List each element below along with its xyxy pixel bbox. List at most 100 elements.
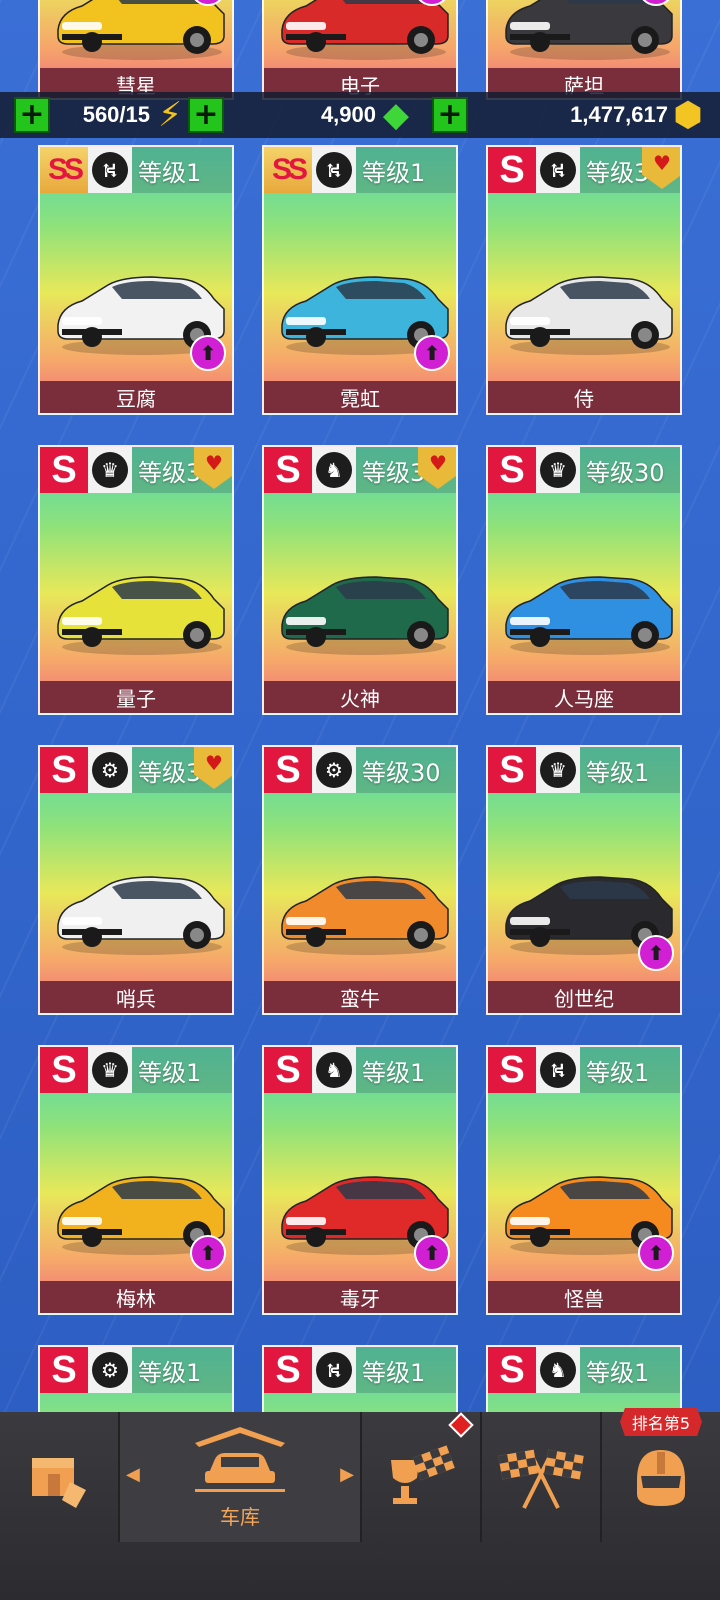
tier-badge: SS: [40, 147, 88, 193]
car-name: 量子: [40, 681, 232, 713]
road-icon: ⛕: [540, 1052, 576, 1088]
trophy-flag-icon: [391, 1445, 455, 1504]
level-label: 等级30: [356, 747, 456, 793]
lightning-icon: ⚡: [158, 95, 182, 135]
car-name: 侍: [488, 381, 680, 413]
card-header: S ⚙ 等级1: [40, 1347, 232, 1393]
car-name: 哨兵: [40, 981, 232, 1013]
tier-badge: S: [488, 447, 536, 493]
card-header: SS ⛕ 等级1: [40, 147, 232, 193]
road-icon: ⛕: [92, 152, 128, 188]
car-name: 火神: [264, 681, 456, 713]
upgrade-arrow-icon: ⬆: [190, 1235, 226, 1271]
level-label: 等级1: [132, 1347, 232, 1393]
crown-icon: ♛: [92, 452, 128, 488]
chevron-left-icon[interactable]: ◀: [126, 1464, 140, 1485]
car-card[interactable]: SS ⛕ 等级1 ⬆ 霓虹: [262, 145, 458, 415]
level-label: 等级1: [580, 1347, 680, 1393]
car-name: 蛮牛: [264, 981, 456, 1013]
helmet-icon: [637, 1450, 685, 1506]
car-image: [57, 876, 225, 955]
tier-badge: S: [40, 747, 88, 793]
road-icon: ⛕: [316, 152, 352, 188]
energy-resource: + 560/15 ⚡: [14, 95, 190, 135]
horse-icon: ♞: [540, 1352, 576, 1388]
level-label: 等级1: [132, 147, 232, 193]
tier-badge: S: [488, 147, 536, 193]
tier-badge: S: [264, 1047, 312, 1093]
car-card[interactable]: S ♞ 等级3 ♥ 火神: [262, 445, 458, 715]
upgrade-arrow-icon: ⬆: [414, 1235, 450, 1271]
add-coins-button[interactable]: +: [432, 97, 468, 133]
tier-badge: S: [264, 1347, 312, 1393]
card-header: S ⚙ 等级30: [264, 747, 456, 793]
add-gems-button[interactable]: +: [188, 97, 224, 133]
level-label: 等级1: [580, 747, 680, 793]
rank-badge: 排名第5: [620, 1408, 702, 1436]
gem-icon: ◆: [382, 95, 410, 135]
wheel-icon: ⚙: [316, 752, 352, 788]
car-card[interactable]: S ♛ 等级30 人马座: [486, 445, 682, 715]
car-card[interactable]: S ⛕ 等级1: [262, 1345, 458, 1420]
car-card[interactable]: SS ⛕ 等级1 ⬆ 豆腐: [38, 145, 234, 415]
car-card[interactable]: ⬆电子: [262, 0, 458, 100]
class-badge: ♛: [536, 447, 580, 493]
level-label: 等级1: [356, 1347, 456, 1393]
class-badge: ⚙: [88, 1347, 132, 1393]
card-header: S ♞ 等级1: [488, 1347, 680, 1393]
card-header: SS ⛕ 等级1: [264, 147, 456, 193]
car-card[interactable]: S ⚙ 等级30 蛮牛: [262, 745, 458, 1015]
class-badge: ♛: [536, 747, 580, 793]
nav-shop[interactable]: [0, 1412, 118, 1542]
chevron-right-icon[interactable]: ▶: [340, 1464, 354, 1485]
car-name: 梅林: [40, 1281, 232, 1313]
car-name: 霓虹: [264, 381, 456, 413]
car-card[interactable]: S ♛ 等级1 ⬆ 创世纪: [486, 745, 682, 1015]
class-badge: ⛕: [536, 147, 580, 193]
car-image: [505, 276, 673, 355]
horse-icon: ♞: [316, 1052, 352, 1088]
car-image: [505, 576, 673, 655]
road-icon: ⛕: [316, 1352, 352, 1388]
level-label: 等级1: [580, 1047, 680, 1093]
wheel-icon: ⚙: [92, 752, 128, 788]
class-badge: ♞: [312, 1047, 356, 1093]
car-card[interactable]: S ⛕ 等级1 ⬆ 怪兽: [486, 1045, 682, 1315]
class-badge: ⛕: [312, 1347, 356, 1393]
car-name: 怪兽: [488, 1281, 680, 1313]
tier-badge: S: [488, 1347, 536, 1393]
card-header: S ⛕ 等级1: [264, 1347, 456, 1393]
nav-race[interactable]: [482, 1412, 600, 1542]
tier-badge: S: [264, 447, 312, 493]
crown-icon: ♛: [540, 752, 576, 788]
nav-garage[interactable]: ◀ 车库 ▶: [120, 1412, 360, 1542]
tier-badge: S: [488, 747, 536, 793]
card-header: S ♞ 等级1: [264, 1047, 456, 1093]
add-energy-button[interactable]: +: [14, 97, 50, 133]
class-badge: ⚙: [312, 747, 356, 793]
car-card[interactable]: ⬆彗星: [38, 0, 234, 100]
class-badge: ⛕: [536, 1047, 580, 1093]
class-badge: ♛: [88, 447, 132, 493]
car-card[interactable]: S ♞ 等级1 ⬆ 毒牙: [262, 1045, 458, 1315]
coins-value: 1,477,617: [570, 102, 668, 127]
car-grid: ⬆彗星⬆电子⬆萨坦SS⛕等级1⬆豆腐SS⛕等级1⬆霓虹S⛕等级3♥侍S♛等级3♥…: [0, 0, 720, 1420]
car-card[interactable]: S ⚙ 等级3 ♥ 哨兵: [38, 745, 234, 1015]
tier-badge: S: [40, 1347, 88, 1393]
car-card[interactable]: S ♛ 等级3 ♥ 量子: [38, 445, 234, 715]
wheel-icon: ⚙: [92, 1352, 128, 1388]
car-image: [57, 576, 225, 655]
tier-badge: S: [488, 1047, 536, 1093]
checkered-flags-icon: [498, 1449, 584, 1509]
car-card[interactable]: ⬆萨坦: [486, 0, 682, 100]
car-image: [505, 0, 673, 60]
car-name: 豆腐: [40, 381, 232, 413]
road-icon: ⛕: [540, 152, 576, 188]
tier-badge: SS: [264, 147, 312, 193]
car-card[interactable]: S ♛ 等级1 ⬆ 梅林: [38, 1045, 234, 1315]
car-card[interactable]: S ⛕ 等级3 ♥ 侍: [486, 145, 682, 415]
class-badge: ⛕: [88, 147, 132, 193]
car-card[interactable]: S ⚙ 等级1: [38, 1345, 234, 1420]
tier-badge: S: [40, 1047, 88, 1093]
energy-value: 560/15: [82, 102, 150, 127]
